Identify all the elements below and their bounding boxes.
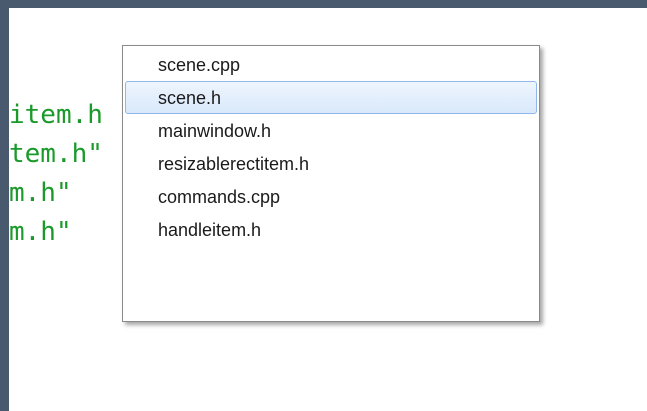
completion-item-handleitem-h[interactable]: handleitem.h bbox=[125, 213, 537, 246]
completion-item-mainwindow-h[interactable]: mainwindow.h bbox=[125, 114, 537, 147]
code-line[interactable]: tem.h" bbox=[9, 137, 103, 171]
completion-item-scene-cpp[interactable]: scene.cpp bbox=[125, 48, 537, 81]
window-frame-top bbox=[0, 0, 647, 8]
completion-popup[interactable]: scene.cpp scene.h mainwindow.h resizable… bbox=[122, 45, 540, 322]
completion-item-commands-cpp[interactable]: commands.cpp bbox=[125, 180, 537, 213]
code-line[interactable]: m.h" bbox=[9, 176, 72, 210]
code-line[interactable]: item.h bbox=[9, 98, 103, 132]
code-line[interactable]: m.h" bbox=[9, 215, 72, 249]
window-frame-left bbox=[0, 0, 9, 411]
completion-item-resizablerectitem-h[interactable]: resizablerectitem.h bbox=[125, 147, 537, 180]
completion-item-scene-h[interactable]: scene.h bbox=[125, 81, 537, 114]
